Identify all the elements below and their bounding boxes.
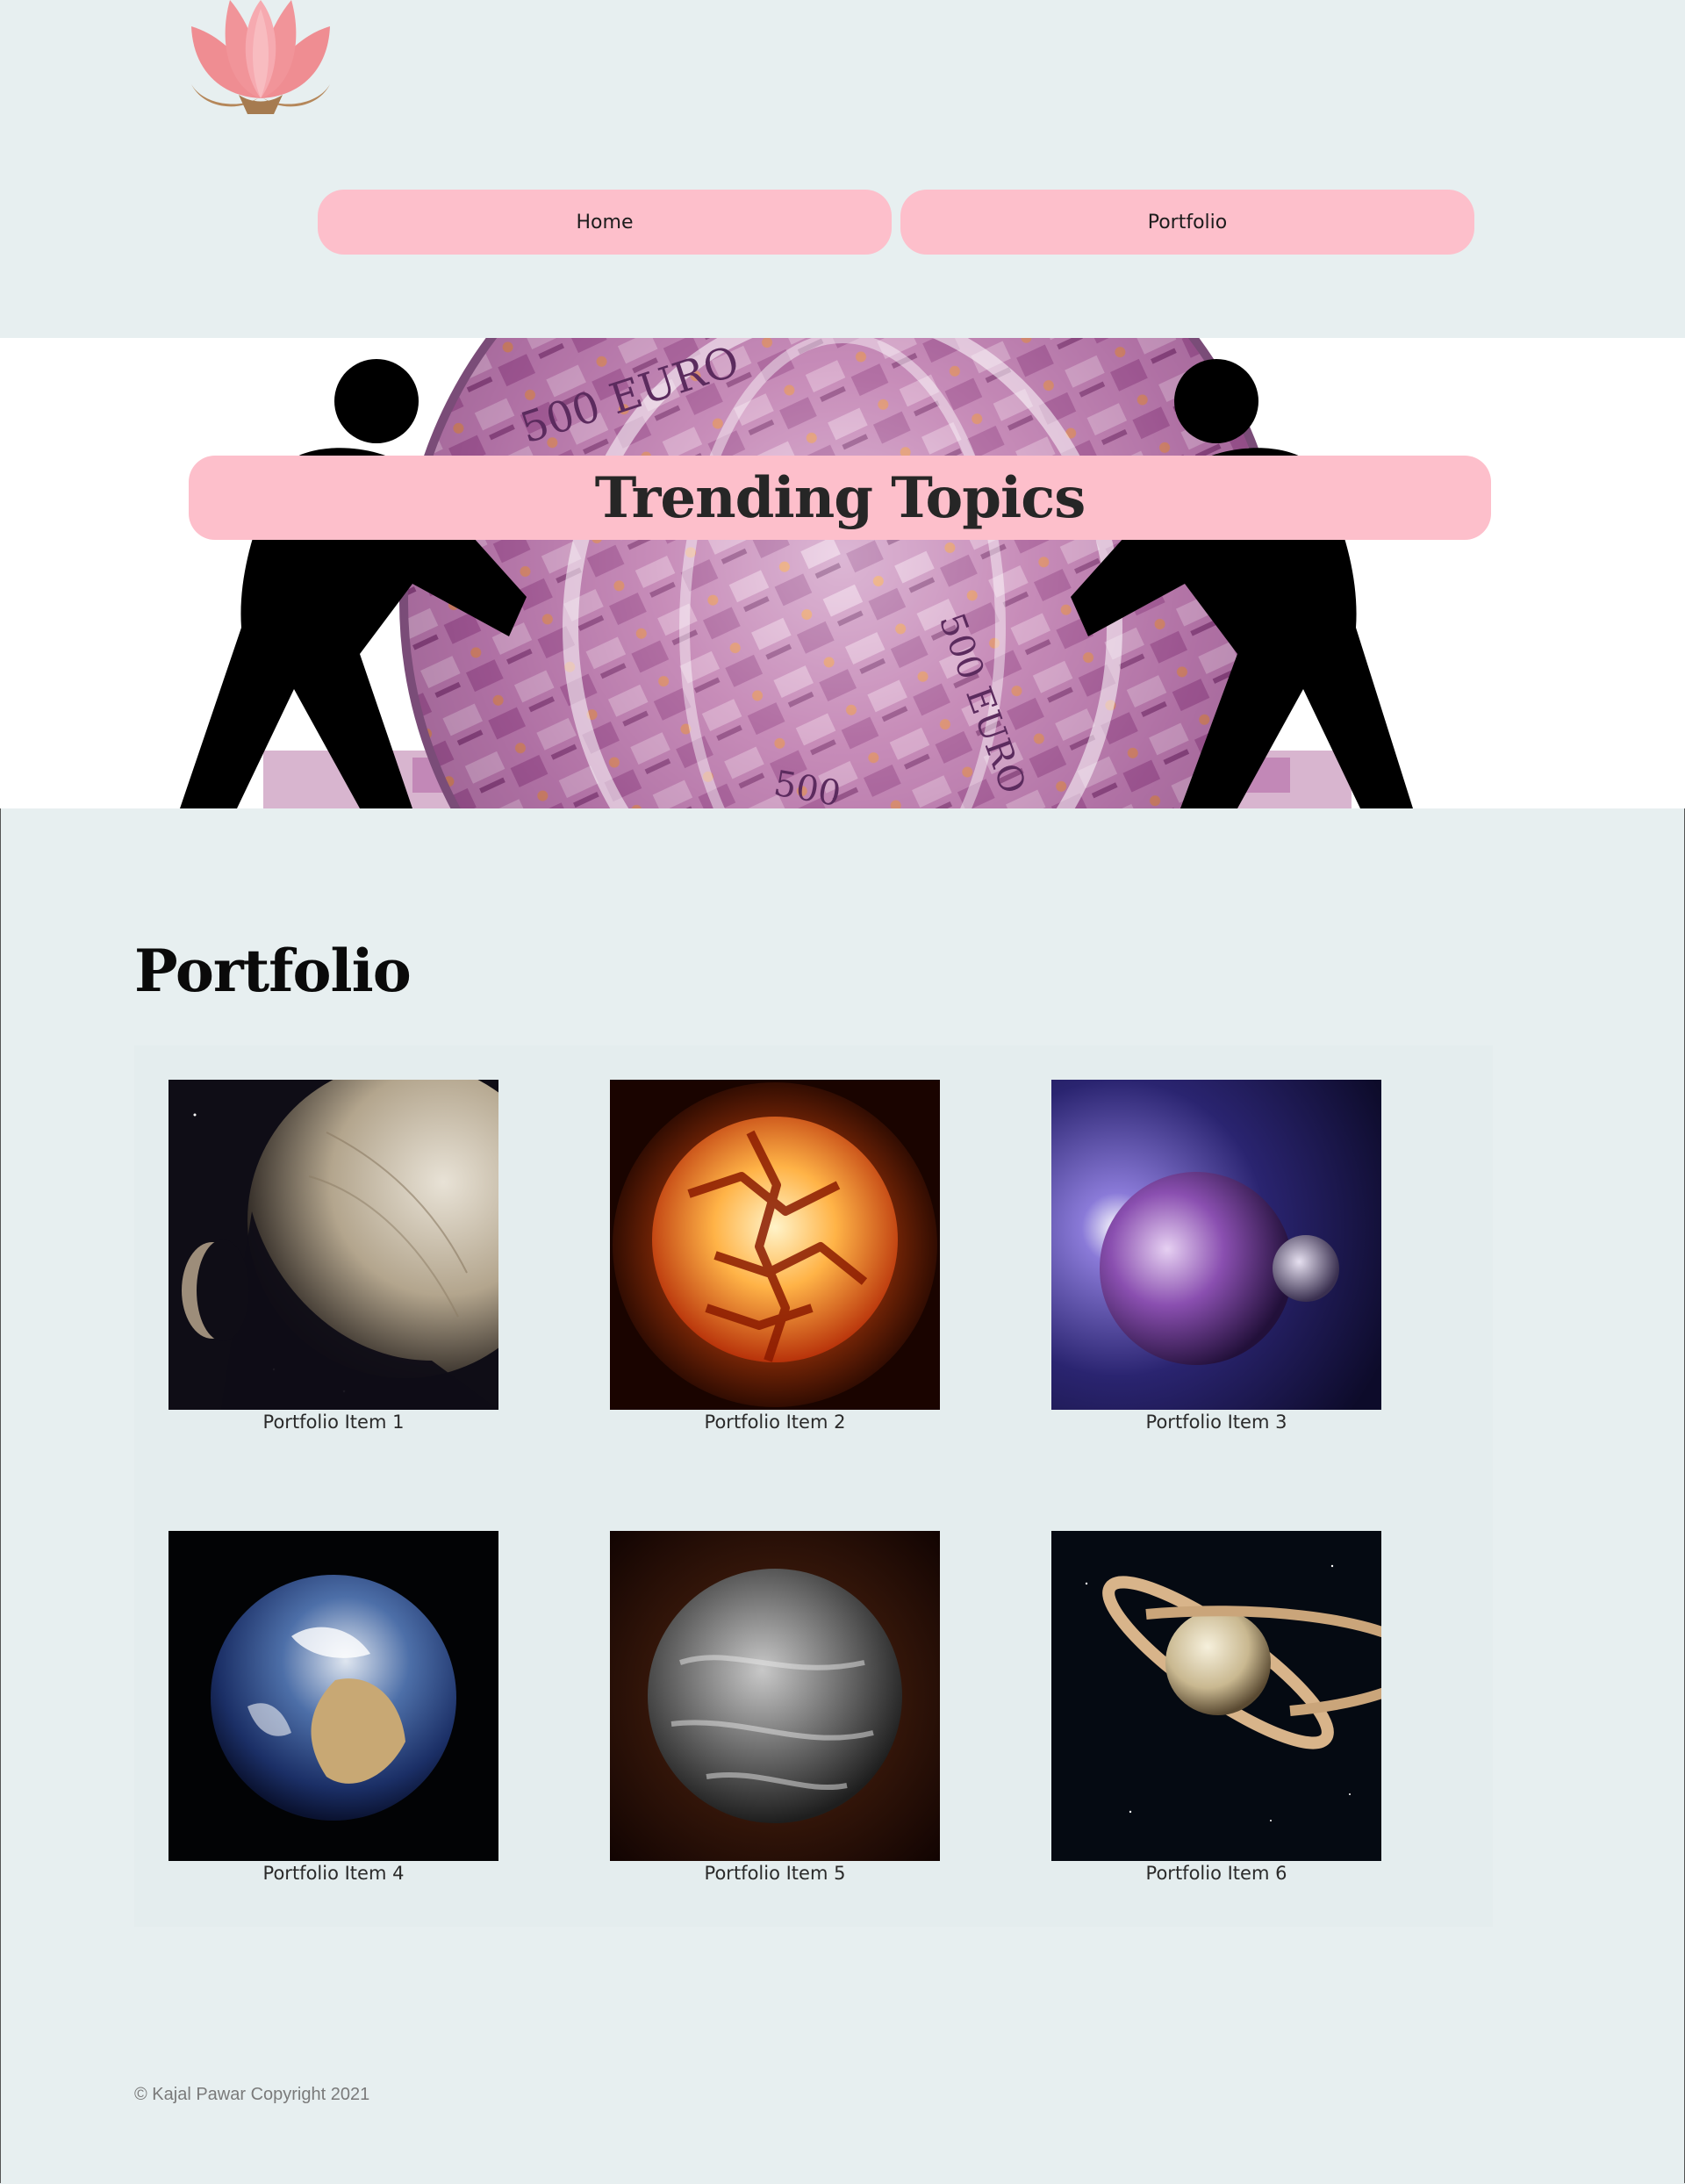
nav-portfolio-button[interactable]: Portfolio: [900, 190, 1474, 255]
portfolio-item-2[interactable]: Portfolio Item 2: [610, 1080, 940, 1457]
portfolio-item-caption: Portfolio Item 1: [262, 1412, 405, 1433]
people-pushing-globe-of-money-image: 500 EURO 500 EURO 500: [180, 338, 1413, 808]
portfolio-item-caption: Portfolio Item 6: [1145, 1863, 1287, 1884]
hero-banner: Trending Topics: [189, 456, 1491, 540]
footer-copyright: © Kajal Pawar Copyright 2021: [134, 2085, 370, 2104]
main-nav: Home Portfolio: [318, 190, 1474, 255]
hero-title: Trending Topics: [594, 464, 1086, 531]
portfolio-item-4[interactable]: Portfolio Item 4: [168, 1531, 498, 1908]
portfolio-item-5[interactable]: Portfolio Item 5: [610, 1531, 940, 1908]
portfolio-section: Portfolio Portfolio Item 1 Portfolio Ite…: [0, 808, 1685, 2183]
moon-europa-image[interactable]: [168, 1080, 498, 1410]
portfolio-item-1[interactable]: Portfolio Item 1: [168, 1080, 498, 1457]
site-header: Home Portfolio: [0, 0, 1685, 338]
portfolio-item-caption: Portfolio Item 4: [262, 1863, 405, 1884]
nav-home-button[interactable]: Home: [318, 190, 892, 255]
portfolio-grid: Portfolio Item 1 Portfolio Item 2 Portfo…: [134, 1045, 1493, 1927]
purple-planet-with-moon-image[interactable]: [1051, 1080, 1381, 1410]
portfolio-item-3[interactable]: Portfolio Item 3: [1051, 1080, 1381, 1457]
hero-section: 500 EURO 500 EURO 500 Trending Topics: [0, 338, 1685, 808]
portfolio-item-caption: Portfolio Item 2: [704, 1412, 846, 1433]
lotus-icon[interactable]: [186, 0, 335, 116]
grey-planet-image[interactable]: [610, 1531, 940, 1861]
saturn-image[interactable]: [1051, 1531, 1381, 1861]
portfolio-item-caption: Portfolio Item 3: [1145, 1412, 1287, 1433]
earth-image[interactable]: [168, 1531, 498, 1861]
portfolio-title: Portfolio: [134, 937, 412, 1005]
molten-planet-image[interactable]: [610, 1080, 940, 1410]
portfolio-item-caption: Portfolio Item 5: [704, 1863, 846, 1884]
portfolio-item-6[interactable]: Portfolio Item 6: [1051, 1531, 1381, 1908]
